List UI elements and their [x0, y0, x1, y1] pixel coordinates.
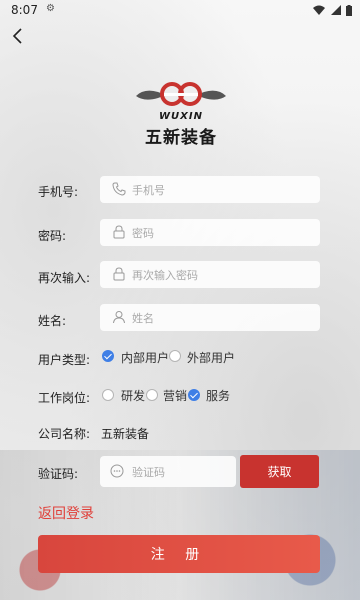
service-label[interactable]: 服务: [206, 387, 230, 404]
status-time: 8:07: [11, 3, 38, 17]
marketing-label[interactable]: 营销: [163, 387, 187, 404]
lock-icon: [113, 225, 125, 239]
back-to-login-link[interactable]: 返回登录: [38, 503, 94, 523]
internal-user-label[interactable]: 内部用户: [121, 349, 169, 366]
password-input[interactable]: [130, 219, 314, 248]
status-bar: 8:07 ⚙: [0, 0, 360, 20]
back-arrow-icon[interactable]: [10, 26, 28, 46]
phone-label: 手机号:: [38, 185, 79, 199]
battery-icon: [346, 4, 352, 16]
name-input[interactable]: [130, 304, 314, 333]
status-icons: [313, 3, 352, 16]
password-label: 密码:: [38, 229, 67, 243]
company-label: 公司名称:: [38, 427, 91, 441]
settings-status-icon: ⚙: [46, 3, 55, 14]
radio-service[interactable]: [188, 389, 200, 401]
position-label: 工作岗位:: [38, 391, 91, 405]
wifi-icon: [313, 5, 325, 15]
phone-icon: [112, 182, 126, 196]
company-value: 五新装备: [101, 427, 150, 441]
radio-external-user[interactable]: [169, 350, 181, 362]
radio-marketing[interactable]: [146, 389, 158, 401]
user-icon: [113, 311, 125, 324]
external-user-label[interactable]: 外部用户: [187, 349, 235, 366]
confirm-password-input[interactable]: [130, 261, 314, 290]
radio-rnd[interactable]: [102, 389, 114, 401]
verification-code-input[interactable]: [130, 456, 234, 489]
password-field[interactable]: [100, 219, 320, 248]
get-code-button[interactable]: 获取: [240, 455, 319, 488]
message-icon: [110, 464, 124, 478]
radio-internal-user[interactable]: [102, 350, 114, 362]
verification-code-field[interactable]: [100, 456, 236, 489]
phone-input[interactable]: [130, 176, 314, 205]
rnd-label[interactable]: 研发: [121, 387, 145, 404]
user-type-label: 用户类型:: [38, 353, 91, 367]
brand-chinese-name: 五新装备: [145, 128, 217, 148]
signal-icon: [330, 5, 341, 15]
verification-code-label: 验证码:: [38, 467, 79, 481]
register-button[interactable]: 注 册: [38, 535, 320, 573]
lock-icon: [113, 267, 125, 281]
confirm-password-field[interactable]: [100, 261, 320, 290]
phone-field[interactable]: [100, 176, 320, 205]
confirm-password-label: 再次输入:: [38, 271, 91, 285]
brand-english-name: WUXIN: [159, 111, 203, 122]
name-field[interactable]: [100, 304, 320, 333]
name-label: 姓名:: [38, 314, 67, 328]
